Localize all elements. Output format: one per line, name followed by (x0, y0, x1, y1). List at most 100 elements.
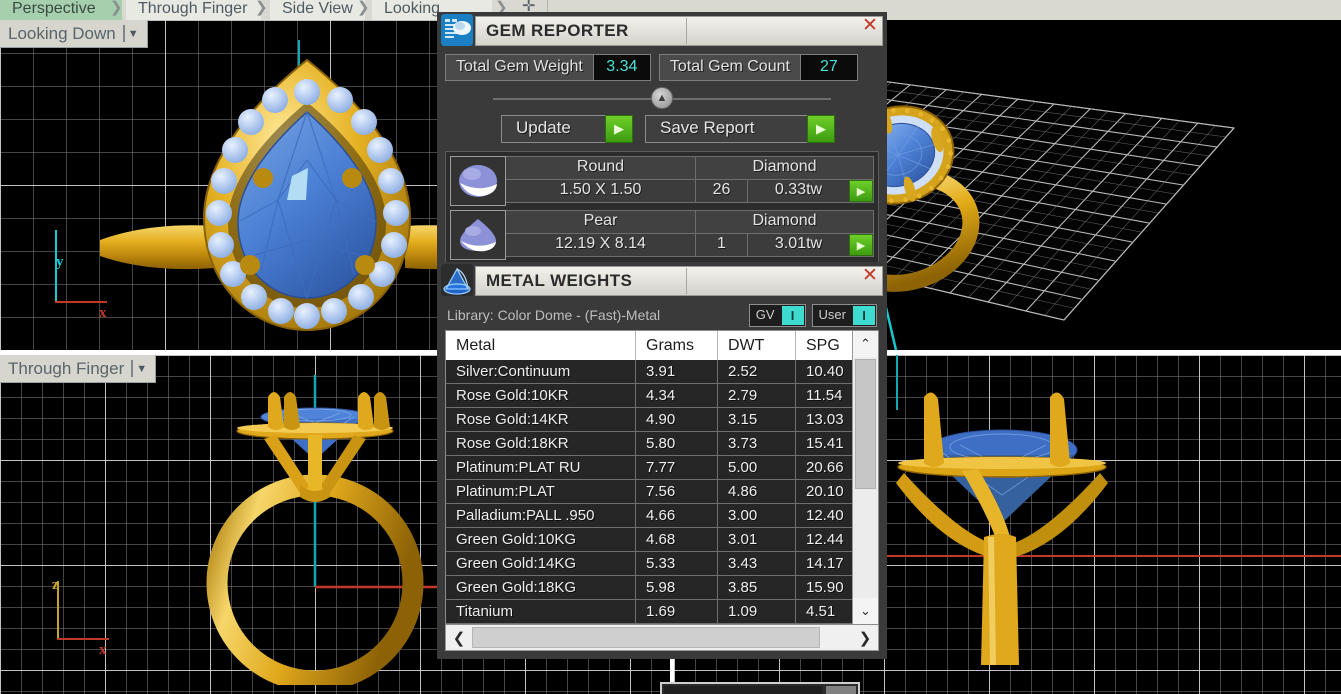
gem-kind: Diamond (752, 212, 817, 229)
update-arrow-icon[interactable]: ▶ (605, 115, 633, 143)
scroll-up-button[interactable]: ⌃ (853, 331, 878, 357)
gem-thumbnail-round (450, 156, 506, 206)
axis-z-label: z (52, 577, 59, 593)
axis-x-label: x (99, 642, 107, 658)
cell-metal: Titanium (446, 599, 636, 624)
gem-shape: Pear (506, 211, 696, 233)
column-header-dwt: DWT (718, 331, 796, 360)
cell-metal: Platinum:PLAT RU (446, 455, 636, 480)
viewport-label-through-finger[interactable]: Through Finger ▼ (0, 355, 157, 383)
ring-model-side-view (896, 392, 1108, 665)
panel-collapse-row: ▲ (445, 87, 879, 109)
cell-grams: 4.34 (636, 383, 718, 408)
save-report-button-label: Save Report (645, 115, 807, 143)
metal-weights-titlebar[interactable]: METAL WEIGHTS ✕ (437, 262, 887, 298)
viewport-label-looking-down[interactable]: Looking Down ▼ (0, 20, 148, 48)
gem-reporter-title-container: GEM REPORTER (475, 16, 883, 46)
update-button[interactable]: Update ▶ (501, 115, 633, 143)
gv-toggle-label: GV (755, 307, 775, 322)
metal-weights-title-container: METAL WEIGHTS (475, 266, 883, 296)
gem-size: 1.50 X 1.50 (506, 180, 696, 202)
metal-table-vertical-scrollbar[interactable]: ⌃ ⌄ (852, 331, 878, 624)
gem-detail-arrow-icon[interactable]: ▶ (849, 234, 873, 256)
gem-reporter-button-row: Update ▶ Save Report ▶ (445, 115, 879, 143)
tab-label: Side View (282, 0, 353, 17)
tab-side-view[interactable]: Side View (270, 0, 365, 20)
cell-dwt: 3.00 (718, 503, 796, 528)
table-row[interactable]: Green Gold:18KG 5.98 3.85 15.90 (446, 575, 878, 600)
gem-detail-arrow-icon[interactable]: ▶ (849, 180, 873, 202)
cell-dwt: 5.00 (718, 455, 796, 480)
column-header-grams: Grams (636, 331, 718, 360)
metal-cone-icon (441, 264, 473, 296)
metal-weights-panel[interactable]: METAL WEIGHTS ✕ Library: Color Dome - (F… (437, 262, 887, 659)
gem-row[interactable]: Pear Diamond 12.19 X 8.14 1 3.01tw ▶ (450, 210, 874, 260)
gem-reporter-panel[interactable]: GEM REPORTER ✕ Total Gem Weight 3.34 Tot… (437, 12, 887, 273)
scroll-down-button[interactable]: ⌄ (853, 598, 878, 624)
bottom-input-text[interactable] (664, 686, 822, 694)
cell-grams: 4.68 (636, 527, 718, 552)
cell-grams: 3.91 (636, 359, 718, 384)
gem-report-icon (441, 14, 473, 46)
cell-dwt: 3.01 (718, 527, 796, 552)
gv-toggle-switch[interactable]: I (781, 305, 804, 325)
table-row[interactable]: Silver:Continuum 3.91 2.52 10.40 (446, 359, 878, 384)
tab-separator-icon: ❯ (110, 0, 123, 16)
table-row[interactable]: Titanium 1.69 1.09 4.51 (446, 599, 878, 624)
cell-metal: Silver:Continuum (446, 359, 636, 384)
title-separator (686, 18, 687, 44)
cell-metal: Rose Gold:10KR (446, 383, 636, 408)
total-gem-weight-label: Total Gem Weight (446, 55, 594, 80)
gem-row-header: Pear Diamond (506, 210, 874, 234)
viewport-menu-icon[interactable]: ▼ (131, 355, 147, 383)
gv-toggle[interactable]: GV I (748, 303, 806, 327)
metal-table-horizontal-scrollbar[interactable]: ❮ ❯ (445, 625, 879, 651)
close-icon[interactable]: ✕ (859, 15, 881, 37)
table-row[interactable]: Platinum:PLAT RU 7.77 5.00 20.66 (446, 455, 878, 480)
table-row[interactable]: Rose Gold:18KR 5.80 3.73 15.41 (446, 431, 878, 456)
scroll-left-button[interactable]: ❮ (446, 629, 472, 647)
cell-dwt: 4.86 (718, 479, 796, 504)
bottom-input-button[interactable] (826, 686, 856, 694)
cell-metal: Green Gold:10KG (446, 527, 636, 552)
cell-grams: 7.56 (636, 479, 718, 504)
save-report-arrow-icon[interactable]: ▶ (807, 115, 835, 143)
total-gem-weight-group: Total Gem Weight 3.34 (445, 54, 651, 81)
viewport-menu-icon[interactable]: ▼ (122, 20, 139, 48)
table-row[interactable]: Green Gold:10KG 4.68 3.01 12.44 (446, 527, 878, 552)
table-row[interactable]: Green Gold:14KG 5.33 3.43 14.17 (446, 551, 878, 576)
gem-shape: Round (506, 157, 696, 179)
vertical-scroll-thumb[interactable] (855, 359, 876, 489)
cell-grams: 5.80 (636, 431, 718, 456)
horizontal-scroll-thumb[interactable] (472, 627, 820, 648)
table-row[interactable]: Rose Gold:10KR 4.34 2.79 11.54 (446, 383, 878, 408)
viewport-label-text: Looking Down (8, 23, 116, 43)
gem-row-header: Round Diamond (506, 156, 874, 180)
cell-grams: 4.66 (636, 503, 718, 528)
tab-perspective[interactable]: Perspective (0, 0, 122, 20)
column-header-metal: Metal (446, 331, 636, 360)
cell-dwt: 3.73 (718, 431, 796, 456)
gem-row-data: 1.50 X 1.50 26 0.33tw ▶ (506, 180, 874, 203)
table-row[interactable]: Rose Gold:14KR 4.90 3.15 13.03 (446, 407, 878, 432)
tab-through-finger[interactable]: Through Finger (126, 0, 261, 20)
table-row[interactable]: Platinum:PLAT 7.56 4.86 20.10 (446, 479, 878, 504)
gem-row[interactable]: Round Diamond 1.50 X 1.50 26 0.33tw ▶ (450, 156, 874, 206)
save-report-button[interactable]: Save Report ▶ (645, 115, 835, 143)
library-row: Library: Color Dome - (Fast)-Metal GV I … (445, 300, 879, 330)
scroll-right-button[interactable]: ❯ (852, 629, 878, 647)
tab-label: Through Finger (138, 0, 248, 17)
user-toggle[interactable]: User I (811, 303, 877, 327)
cell-dwt: 3.43 (718, 551, 796, 576)
cell-dwt: 3.15 (718, 407, 796, 432)
collapse-toggle-icon[interactable]: ▲ (651, 87, 673, 109)
gem-reporter-titlebar[interactable]: GEM REPORTER ✕ (437, 12, 887, 48)
bottom-input-field[interactable] (660, 682, 860, 694)
axis-x-line (57, 638, 109, 640)
tab-separator-icon: ❯ (357, 0, 370, 16)
table-row[interactable]: Palladium:PALL .950 4.66 3.00 12.40 (446, 503, 878, 528)
title-separator (686, 268, 687, 294)
user-toggle-switch[interactable]: I (853, 305, 875, 325)
close-icon[interactable]: ✕ (859, 265, 881, 287)
user-toggle-label: User (818, 307, 846, 322)
